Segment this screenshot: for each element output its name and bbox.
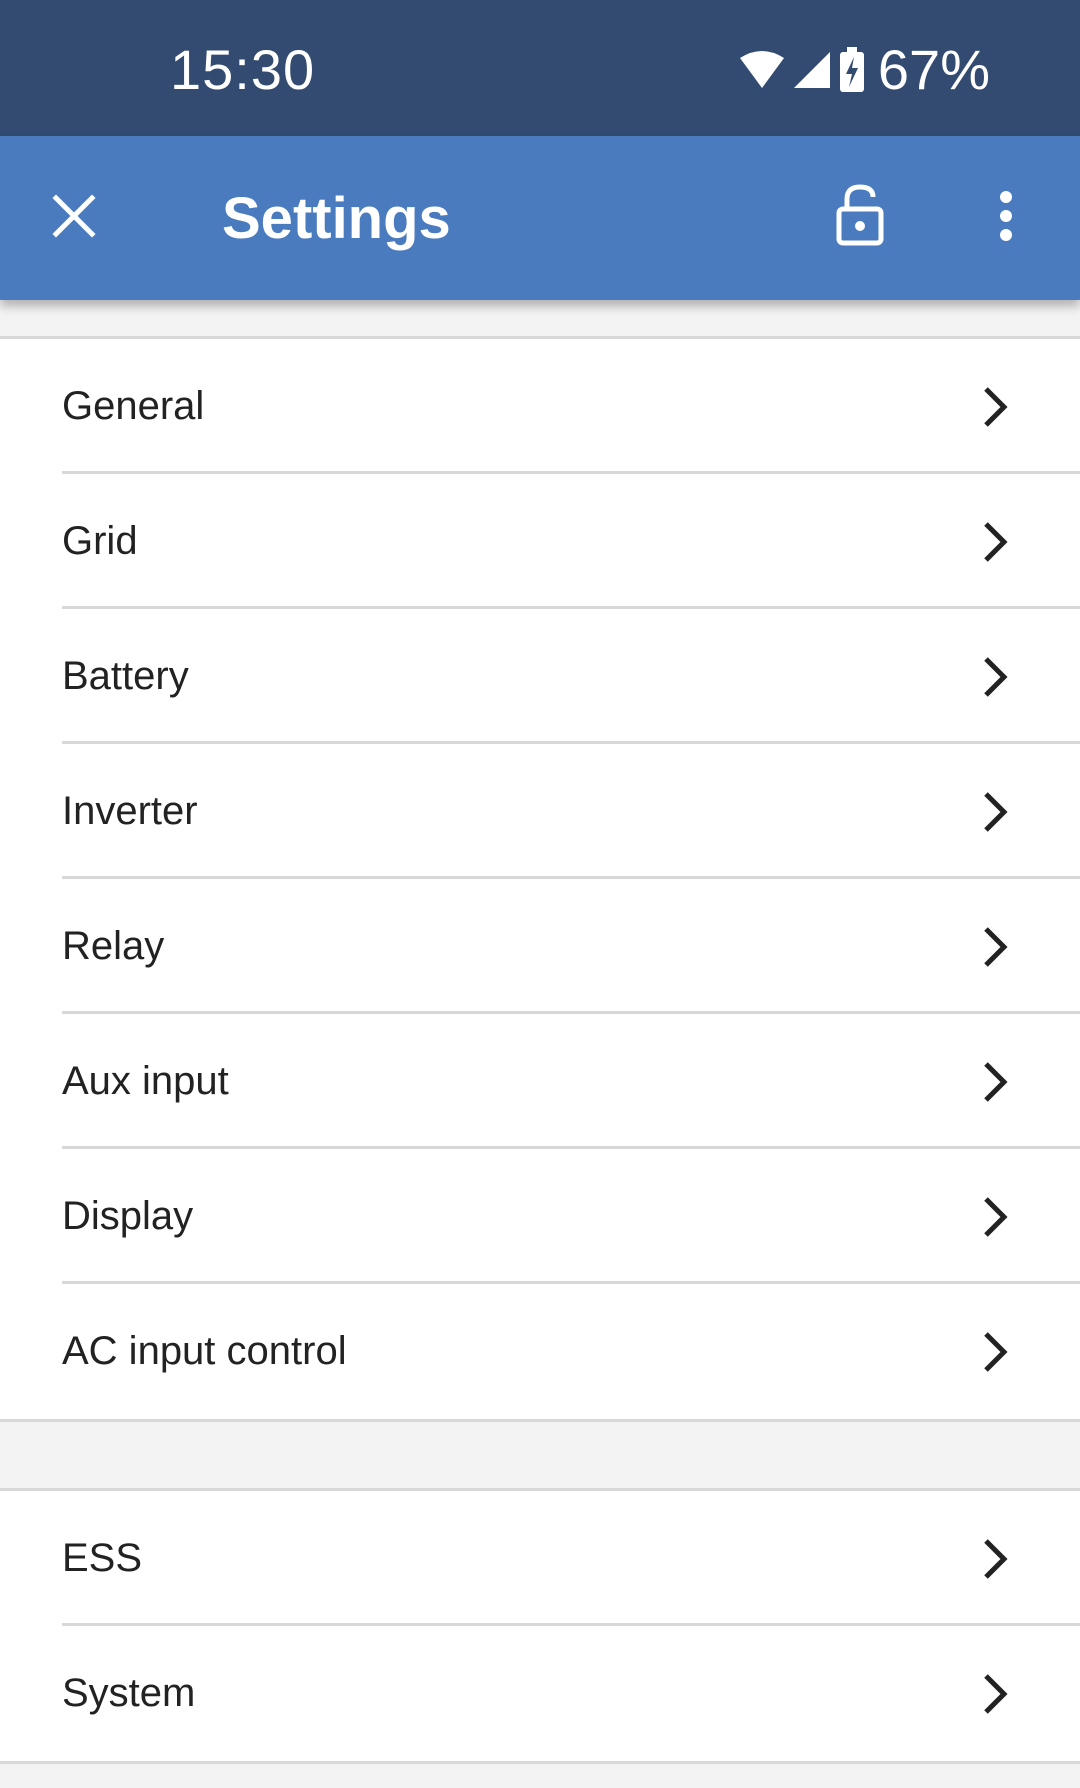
page-title: Settings [222,186,451,251]
settings-item-label: Aux input [62,1059,229,1103]
settings-item-label: ESS [62,1536,143,1580]
lock-icon [835,183,885,252]
lock-button[interactable] [818,172,902,262]
settings-item-label: AC input control [62,1329,347,1373]
battery-charging-icon [838,47,866,93]
settings-item-relay[interactable]: Relay [0,876,1080,1014]
chevron-right-icon [984,657,1008,697]
settings-item-system[interactable]: System [0,1623,1080,1761]
settings-item-grid[interactable]: Grid [0,471,1080,609]
settings-item-battery[interactable]: Battery [0,606,1080,744]
settings-item-aux-input[interactable]: Aux input [0,1011,1080,1149]
chevron-right-icon [984,522,1008,562]
settings-item-ac-input-control[interactable]: AC input control [0,1281,1080,1419]
more-vert-icon [998,190,1014,247]
settings-item-inverter[interactable]: Inverter [0,741,1080,879]
settings-item-label: Battery [62,654,189,698]
settings-item-label: General [62,384,205,428]
settings-item-label: Display [62,1194,194,1238]
wifi-icon [738,50,786,90]
chevron-right-icon [984,792,1008,832]
chevron-right-icon [984,1539,1008,1579]
more-options-button[interactable] [966,178,1046,258]
settings-list-secondary: ESS System [0,1488,1080,1764]
status-bar: 15:30 67% [0,0,1080,136]
chevron-right-icon [984,1332,1008,1372]
app-bar: Settings [0,136,1080,300]
cellular-signal-icon [792,50,832,90]
chevron-right-icon [984,1674,1008,1714]
settings-item-display[interactable]: Display [0,1146,1080,1284]
chevron-right-icon [984,927,1008,967]
chevron-right-icon [984,387,1008,427]
settings-item-label: Inverter [62,789,198,833]
settings-item-label: Grid [62,519,138,563]
settings-item-general[interactable]: General [0,339,1080,474]
settings-item-label: System [62,1671,196,1715]
settings-item-ess[interactable]: ESS [0,1491,1080,1626]
status-time: 15:30 [170,38,316,101]
settings-list-primary: General Grid Battery Inverter Relay Aux … [0,336,1080,1422]
close-button[interactable] [34,178,114,258]
chevron-right-icon [984,1062,1008,1102]
settings-item-label: Relay [62,924,165,968]
battery-percent: 67% [877,38,990,101]
chevron-right-icon [984,1197,1008,1237]
close-icon [52,193,96,243]
status-icons: 67% [738,38,990,102]
